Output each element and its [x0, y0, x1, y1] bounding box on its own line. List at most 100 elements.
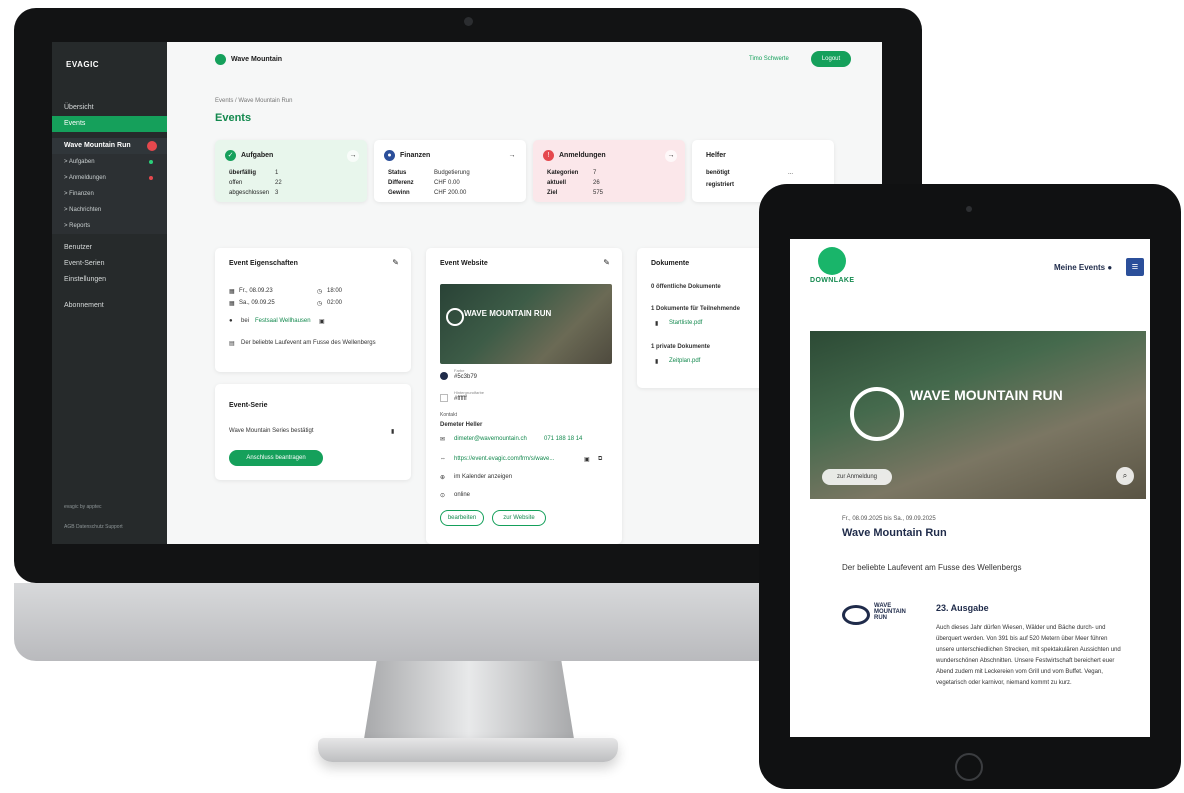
mountain-logo-icon — [446, 308, 464, 326]
sidebar-item-benutzer[interactable]: Benutzer — [52, 240, 167, 256]
sidebar-logo: EVAGIC — [66, 60, 100, 69]
event-dates: Fr., 08.09.2025 bis Sa., 09.09.2025 — [842, 516, 936, 522]
calendar-link[interactable]: im Kalender anzeigen — [454, 474, 512, 480]
sidebar-item-serien[interactable]: Event-Serien — [52, 256, 167, 272]
stat-label: aktuell — [547, 180, 567, 186]
map-icon[interactable]: ▣ — [319, 318, 325, 325]
card-aufgaben[interactable]: ✓ Aufgaben → überfällig 1 offen 22 abges… — [215, 140, 367, 202]
event-title: Wave Mountain Run — [842, 527, 947, 539]
card-title: Event Eigenschaften — [229, 260, 298, 267]
edit-button[interactable]: bearbeiten — [440, 510, 484, 526]
stat-label: Differenz — [388, 180, 414, 186]
arrow-right-icon[interactable]: → — [347, 150, 359, 162]
sidebar-item-aufgaben[interactable]: > Aufgaben — [52, 154, 167, 170]
sidebar-item-nachrichten[interactable]: > Nachrichten — [52, 202, 167, 218]
date-to: Sa., 09.09.25 — [239, 300, 275, 306]
stat-label: Status — [388, 170, 407, 176]
sidebar-item-anmeldungen[interactable]: > Anmeldungen — [52, 170, 167, 186]
website-hero-image: WAVE MOUNTAIN RUN — [440, 284, 612, 364]
stat-label: abgeschlossen — [229, 190, 270, 196]
stat-value: CHF 200.00 — [434, 190, 467, 196]
stat-value: 3 — [275, 190, 279, 196]
event-hero-image: WAVE MOUNTAIN RUN zur Anmeldung ⌕ — [810, 331, 1146, 499]
color-swatch[interactable] — [440, 372, 448, 380]
sidebar-item-finanzen[interactable]: > Finanzen — [52, 186, 167, 202]
trash-icon[interactable]: ▮ — [391, 428, 394, 435]
card-title: Dokumente — [651, 260, 690, 267]
stat-label: offen — [229, 180, 243, 186]
public-docs: 0 öffentliche Dokumente — [651, 284, 721, 290]
arrow-right-icon[interactable]: → — [506, 150, 518, 162]
imac-stand — [364, 661, 574, 739]
hero-logo-text: WAVE MOUNTAIN RUN — [464, 309, 552, 318]
card-serie: Event-Serie Wave Mountain Series bestäti… — [215, 384, 411, 480]
request-button[interactable]: Anschluss beantragen — [229, 450, 323, 466]
breadcrumb[interactable]: Events / Wave Mountain Run — [215, 98, 292, 104]
card-website: Event Website ✎ WAVE MOUNTAIN RUN Farbe … — [426, 248, 622, 544]
contact-email[interactable]: dimeter@wavemountain.ch — [454, 436, 527, 442]
time-to: 02:00 — [327, 300, 343, 306]
brand-name[interactable]: DOWNLAKE — [810, 277, 854, 284]
contact-phone[interactable]: 071 188 18 14 — [544, 436, 582, 442]
clock-icon: ◷ — [317, 289, 323, 295]
sidebar-event-label: Wave Mountain Run — [64, 142, 131, 149]
bg-color-label: Hintergrundfarbe — [454, 390, 485, 395]
card-anmeldungen[interactable]: ! Anmeldungen → Kategorien 7 aktuell 26 … — [533, 140, 685, 202]
user-name[interactable]: Timo Schwerte — [749, 56, 789, 62]
stat-value: CHF 0.00 — [434, 180, 460, 186]
logout-button[interactable]: Logout — [811, 51, 851, 67]
sidebar-sub-label: > Anmeldungen — [64, 175, 106, 181]
user-icon: ● — [1107, 263, 1113, 272]
card-title: Helfer — [706, 152, 726, 159]
website-button[interactable]: zur Website — [492, 510, 546, 526]
hero-logo-text: WAVE MOUNTAIN RUN — [910, 387, 1063, 403]
card-title: Event Website — [440, 260, 488, 267]
register-button[interactable]: zur Anmeldung — [822, 469, 892, 485]
file-link[interactable]: Zeitplan.pdf — [669, 358, 700, 364]
online-icon: ⊙ — [440, 493, 446, 499]
brand-name[interactable]: Wave Mountain — [231, 56, 282, 63]
topbar: Wave Mountain Timo Schwerte Logout — [167, 42, 882, 82]
sidebar-item-abonnement[interactable]: Abonnement — [52, 298, 167, 314]
pencil-icon[interactable]: ✎ — [392, 258, 399, 267]
my-events-label: Meine Events — [1054, 263, 1106, 272]
camera — [464, 17, 473, 26]
stat-value: Budgetierung — [434, 170, 470, 176]
card-finanzen[interactable]: ● Finanzen → Status Budgetierung Differe… — [374, 140, 526, 202]
location-link[interactable]: Festsaal Wellhausen — [255, 318, 311, 324]
sidebar-item-event[interactable]: Wave Mountain Run — [52, 138, 167, 154]
sidebar-footer: evagic by apptec — [64, 504, 102, 510]
contact-label: Kontakt — [440, 412, 457, 418]
bg-color-swatch[interactable] — [440, 394, 448, 402]
zoom-icon[interactable]: ⌕ — [1116, 467, 1134, 485]
my-events-link[interactable]: Meine Events ● — [1054, 263, 1112, 272]
sidebar-item-reports[interactable]: > Reports — [52, 218, 167, 234]
calendar-icon: ▦ — [229, 289, 235, 295]
event-description: Der beliebte Laufevent am Fusse des Well… — [842, 563, 1022, 572]
sidebar-sub-label: > Aufgaben — [64, 159, 95, 165]
hamburger-menu-icon[interactable]: ≡ — [1126, 258, 1144, 276]
sidebar-links[interactable]: AGB Datenschutz Support — [64, 524, 123, 530]
desktop-screen: EVAGIC Übersicht Events Wave Mountain Ru… — [52, 42, 882, 544]
stat-value: 7 — [593, 170, 597, 176]
finance-icon: ● — [384, 150, 395, 161]
check-icon: ✓ — [225, 150, 236, 161]
arrow-right-icon[interactable]: → — [665, 150, 677, 162]
sidebar-item-overview[interactable]: Übersicht — [52, 100, 167, 116]
stat-label: Kategorien — [547, 170, 579, 176]
home-button[interactable] — [955, 753, 983, 781]
file-icon: ▮ — [655, 321, 659, 327]
stat-value: 575 — [593, 190, 604, 196]
website-url[interactable]: https://event.evagic.com/frm/s/wave... — [454, 456, 554, 462]
card-eigenschaften: Event Eigenschaften ✎ ▦ Fr., 08.09.23 ◷ … — [215, 248, 411, 372]
stat-label: registriert — [706, 182, 735, 188]
stat-value: 26 — [593, 180, 600, 186]
event-description: Der beliebte Laufevent am Fusse des Well… — [241, 340, 376, 346]
file-link[interactable]: Startliste.pdf — [669, 320, 702, 326]
copy-icon[interactable]: ⧉ — [598, 456, 602, 463]
preview-icon[interactable]: ▣ — [584, 456, 590, 463]
sidebar-item-einstellungen[interactable]: Einstellungen — [52, 272, 167, 288]
logo-text: WAVE MOUNTAIN RUN — [874, 603, 906, 621]
sidebar-item-events[interactable]: Events — [52, 116, 167, 132]
pencil-icon[interactable]: ✎ — [603, 258, 610, 267]
